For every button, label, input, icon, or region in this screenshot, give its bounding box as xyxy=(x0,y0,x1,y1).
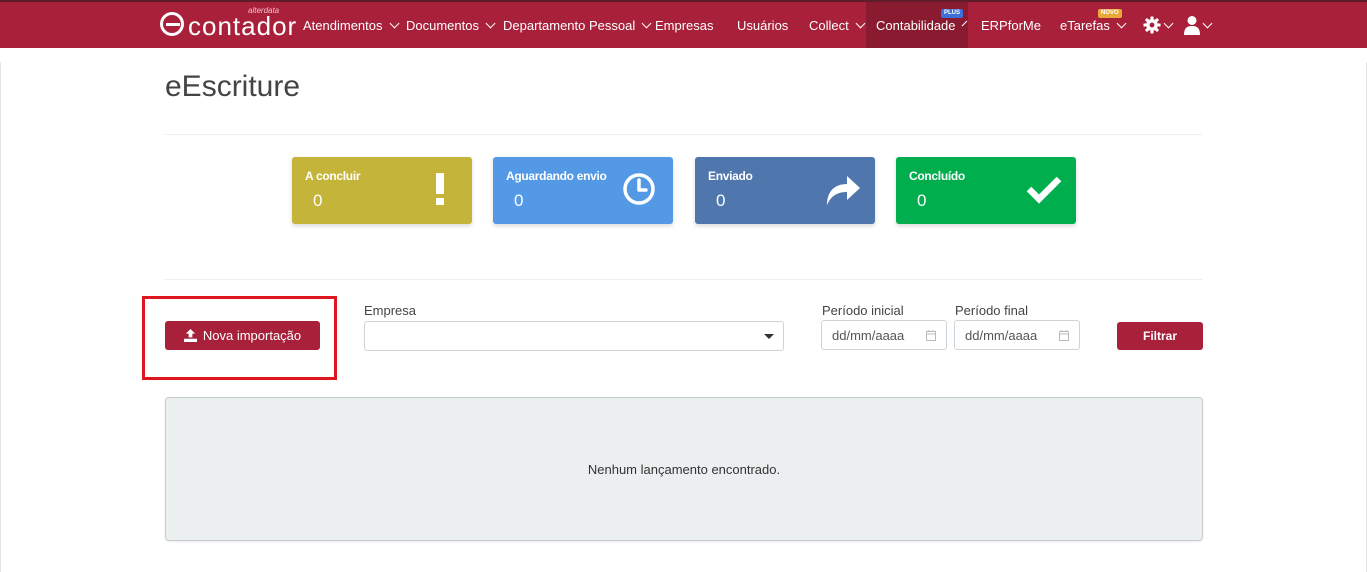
empresa-select[interactable] xyxy=(364,321,784,351)
settings-chevron[interactable] xyxy=(1157,2,1174,48)
nav-etarefas[interactable]: eTarefas NOVO xyxy=(1060,2,1127,48)
nav-documentos-label: Documentos xyxy=(406,17,479,33)
clock-icon xyxy=(623,173,655,205)
empty-message: Nenhum lançamento encontrado. xyxy=(587,461,781,477)
calendar-icon[interactable] xyxy=(926,330,936,341)
novo-badge: NOVO xyxy=(1098,9,1122,18)
card-value: 0 xyxy=(313,191,323,210)
page-title: eEscriture xyxy=(165,70,301,103)
chevron-down-icon xyxy=(855,18,866,28)
user-chevron[interactable] xyxy=(1196,2,1213,48)
nav-collect[interactable]: Collect xyxy=(809,2,866,48)
card-enviado[interactable]: Enviado 0 xyxy=(695,157,875,224)
calendar-icon[interactable] xyxy=(1059,330,1069,341)
brand-name: contador xyxy=(188,11,298,41)
brand-logo[interactable]: contador alterdata xyxy=(160,6,296,42)
nav-empresas-label: Empresas xyxy=(655,17,714,33)
periodo-final-label: Período final xyxy=(955,303,1028,318)
brand-e-icon xyxy=(160,12,184,36)
nav-erpforme-label: ERPforMe xyxy=(981,17,1041,33)
share-arrow-icon xyxy=(827,176,860,205)
chevron-down-icon xyxy=(641,18,652,28)
upload-icon xyxy=(183,329,197,342)
nav-erpforme[interactable]: ERPforMe xyxy=(981,2,1041,48)
divider xyxy=(165,279,1202,280)
chevron-down-icon xyxy=(485,18,496,28)
chevron-down-icon xyxy=(1116,18,1127,28)
check-icon xyxy=(1026,176,1062,204)
periodo-inicial-input[interactable]: dd/mm/aaaa xyxy=(821,320,947,350)
periodo-inicial-placeholder: dd/mm/aaaa xyxy=(832,327,905,343)
nav-departamento-pessoal[interactable]: Departamento Pessoal xyxy=(503,2,652,48)
card-value: 0 xyxy=(514,191,524,210)
card-label: Aguardando envio xyxy=(506,169,607,183)
chevron-down-icon xyxy=(389,18,399,28)
empresa-label: Empresa xyxy=(364,303,417,318)
plus-badge: PLUS xyxy=(941,9,964,18)
nav-departamento-pessoal-label: Departamento Pessoal xyxy=(503,17,636,33)
nav-usuarios-label: Usuários xyxy=(737,17,789,33)
periodo-final-placeholder: dd/mm/aaaa xyxy=(965,327,1038,343)
card-value: 0 xyxy=(716,191,726,210)
card-concluido[interactable]: Concluído 0 xyxy=(896,157,1076,224)
chevron-down-icon xyxy=(1202,18,1213,28)
nova-importacao-label: Nova importação xyxy=(202,328,302,343)
filtrar-button[interactable]: Filtrar xyxy=(1117,322,1203,350)
divider xyxy=(165,134,1202,135)
results-panel: Nenhum lançamento encontrado. xyxy=(165,397,1203,541)
exclamation-icon xyxy=(436,173,444,205)
left-border xyxy=(0,62,1,572)
nav-contabilidade[interactable]: Contabilidade PLUS xyxy=(866,2,968,48)
card-label: Concluído xyxy=(909,169,965,183)
caret-down-icon xyxy=(764,334,774,339)
nav-empresas[interactable]: Empresas xyxy=(655,2,714,48)
nav-etarefas-label: eTarefas xyxy=(1060,17,1110,33)
nova-importacao-button[interactable]: Nova importação xyxy=(165,321,320,350)
chevron-down-icon xyxy=(1163,18,1174,28)
card-aguardando-envio[interactable]: Aguardando envio 0 xyxy=(493,157,673,224)
card-label: Enviado xyxy=(708,169,753,183)
nav-documentos[interactable]: Documentos xyxy=(406,2,496,48)
card-a-concluir[interactable]: A concluir 0 xyxy=(292,157,472,224)
brand-sub: alterdata xyxy=(248,6,280,15)
card-label: A concluir xyxy=(305,169,361,183)
nav-contabilidade-label: Contabilidade xyxy=(876,17,956,33)
top-navbar: contador alterdata Atendimentos Document… xyxy=(0,0,1367,48)
periodo-inicial-label: Período inicial xyxy=(822,303,904,318)
periodo-final-input[interactable]: dd/mm/aaaa xyxy=(954,320,1080,350)
chevron-down-icon xyxy=(961,20,967,26)
nav-collect-label: Collect xyxy=(809,17,849,33)
card-value: 0 xyxy=(917,191,927,210)
nav-atendimentos[interactable]: Atendimentos xyxy=(303,2,399,48)
nav-atendimentos-label: Atendimentos xyxy=(303,17,383,33)
nav-usuarios[interactable]: Usuários xyxy=(737,2,788,48)
